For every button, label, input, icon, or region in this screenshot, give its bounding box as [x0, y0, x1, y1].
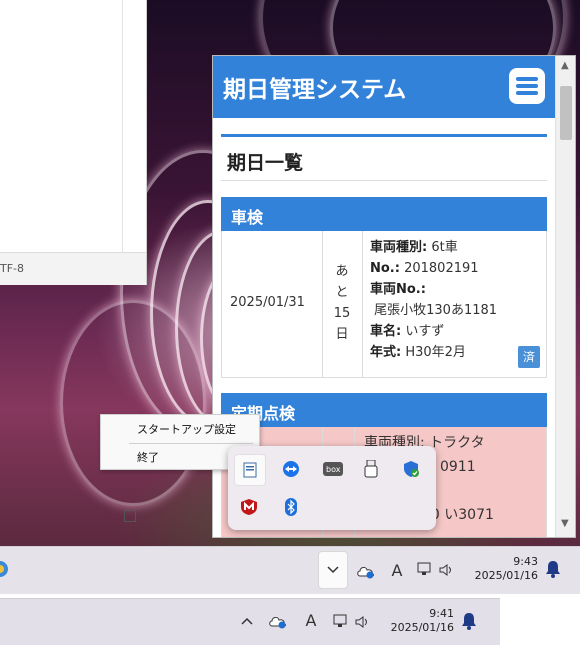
tray-overflow-flyout: box: [228, 446, 436, 530]
vertical-scrollbar[interactable]: ▲ ▼: [555, 56, 575, 537]
field-value: 尾張小牧130あ1181: [374, 303, 498, 318]
box-icon[interactable]: box: [318, 454, 348, 484]
vehicle-type-row: 車両種別: 6t車: [370, 237, 542, 258]
app-title: 期日管理システム: [223, 77, 407, 103]
usb-drive-icon[interactable]: [356, 454, 386, 484]
time: 9:41: [429, 607, 454, 620]
remaining-char: あ: [335, 264, 349, 279]
clock-top[interactable]: 9:43 2025/01/16: [466, 555, 538, 583]
background-window[interactable]: TF-8: [0, 0, 147, 522]
taskbar-top: A 9:43 2025/01/16: [0, 546, 580, 595]
onedrive-icon[interactable]: [356, 561, 376, 581]
section-title: 期日一覧: [227, 152, 304, 174]
menu-bar: [516, 77, 538, 81]
bluetooth-icon[interactable]: [276, 492, 306, 522]
card-header-shaken: 車検: [221, 197, 547, 231]
time: 9:43: [513, 555, 538, 568]
vehicle-info: 車両種別: 6t車 No.: 201802191 車両No.: 尾張小牧130あ…: [370, 237, 542, 363]
plate-row: 尾張小牧130あ1181: [370, 300, 542, 321]
menu-item-startup-settings[interactable]: スタートアップ設定: [137, 421, 236, 437]
menu-bar: [516, 84, 538, 88]
date-cell: 2025/01/31: [222, 231, 323, 377]
light-ring: [60, 300, 206, 506]
field-label: No.:: [370, 261, 400, 276]
remaining-cell: あ と 15 日: [322, 231, 363, 377]
menu-separator: [129, 443, 253, 444]
clock-bottom[interactable]: 9:41 2025/01/16: [382, 607, 454, 635]
network-volume-icon[interactable]: [332, 611, 372, 633]
remaining-char: 日: [335, 327, 349, 342]
completed-badge[interactable]: 済: [518, 346, 540, 368]
blank-area: [500, 598, 580, 644]
defender-shield-icon[interactable]: [396, 454, 426, 484]
remaining-char: と: [335, 285, 349, 300]
remaining-char: 15: [333, 306, 351, 321]
vehicle-name-row: 車名: いすず: [370, 321, 542, 342]
encoding-label: TF-8: [0, 262, 25, 275]
svg-text:box: box: [326, 465, 341, 474]
field-value: H30年2月: [405, 345, 466, 360]
divider: [221, 180, 547, 181]
notification-bell-icon[interactable]: [460, 611, 478, 631]
onedrive-icon[interactable]: [268, 611, 288, 631]
card-category: 車検: [231, 208, 264, 227]
taskbar-bottom: A 9:41 2025/01/16: [0, 598, 500, 645]
mcafee-icon[interactable]: [234, 492, 264, 522]
ime-indicator[interactable]: A: [302, 609, 320, 631]
background-window-content: [0, 0, 123, 252]
scroll-thumb[interactable]: [560, 86, 572, 140]
field-value: いすず: [405, 324, 445, 339]
accent-line: [221, 134, 547, 137]
card-body-shaken: 2025/01/31 あ と 15 日 車両種別: 6t車 No.: 20180…: [221, 231, 547, 378]
ime-indicator[interactable]: A: [388, 559, 406, 581]
menu-item-exit[interactable]: 終了: [137, 449, 159, 465]
remaining-days: あ と 15 日: [322, 261, 362, 345]
field-label: 車両種別:: [370, 240, 428, 255]
model-year-row: 年式: H30年2月: [370, 342, 542, 363]
show-hidden-icons-button[interactable]: [318, 551, 348, 589]
field-value: 201802191: [404, 261, 479, 276]
app-header: 期日管理システム: [213, 56, 555, 118]
scroll-down-icon[interactable]: ▼: [561, 518, 569, 529]
notification-bell-icon[interactable]: [544, 559, 562, 579]
plate-label-row: 車両No.:: [370, 279, 542, 300]
field-label: 車名:: [370, 324, 402, 339]
network-volume-icon[interactable]: [416, 559, 456, 581]
menu-bar: [516, 91, 538, 95]
field-label: 車両No.:: [370, 282, 426, 297]
pinned-app-icon[interactable]: [0, 557, 10, 581]
date: 2025/01/16: [474, 569, 538, 582]
field-label: 年式:: [370, 345, 402, 360]
number-row: No.: 201802191: [370, 258, 542, 279]
due-date: 2025/01/31: [230, 295, 305, 310]
date: 2025/01/16: [390, 621, 454, 634]
hamburger-menu-button[interactable]: [509, 68, 545, 104]
field-value: 6t車: [431, 240, 458, 255]
teamviewer-icon[interactable]: [276, 454, 306, 484]
card-header-periodic: 定期点検: [221, 393, 547, 427]
notepad-icon[interactable]: [234, 454, 266, 486]
scroll-up-icon[interactable]: ▲: [561, 60, 569, 71]
background-window-statusbar: TF-8: [0, 252, 146, 522]
chevron-up-icon[interactable]: [238, 611, 256, 631]
resize-grip-icon[interactable]: [124, 510, 136, 522]
